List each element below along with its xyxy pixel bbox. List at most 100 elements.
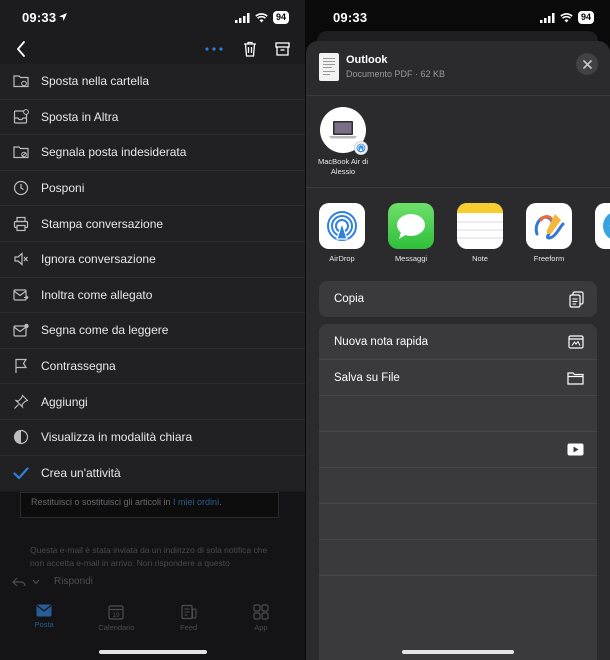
- share-sheet: Outlook Documento PDF · 62 KB MacBook Ai…: [306, 41, 610, 660]
- home-indicator[interactable]: [401, 650, 514, 654]
- action-row-empty[interactable]: [319, 540, 597, 576]
- calendar-day: 19: [113, 612, 121, 619]
- share-app-freeform[interactable]: Freeform: [526, 203, 572, 263]
- outlook-panel: 09:33 94 Sposta nella cartella Sposta in…: [0, 0, 305, 660]
- status-bar: 09:33 94: [305, 0, 610, 34]
- folder-icon: [567, 371, 584, 385]
- copy-icon: [569, 290, 584, 308]
- inbox-other-icon: [12, 108, 30, 126]
- orders-card: Restituisci o sostituisci gli articoli i…: [20, 492, 279, 518]
- action-quick-note[interactable]: Nuova nota rapida: [319, 324, 597, 360]
- archive-icon[interactable]: [273, 39, 291, 59]
- menu-item-junk[interactable]: Segnala posta indesiderata: [0, 135, 305, 171]
- tab-apps[interactable]: App: [231, 604, 291, 660]
- airdrop-device-macbook[interactable]: MacBook Air di Alessio: [318, 107, 368, 176]
- menu-item-create-task[interactable]: Crea un'attività: [0, 456, 305, 492]
- checkmark-icon: [12, 464, 30, 482]
- home-indicator[interactable]: [98, 650, 207, 654]
- action-row-video[interactable]: [319, 432, 597, 468]
- forward-attachment-icon: [12, 286, 30, 304]
- document-title: Outlook: [346, 54, 388, 66]
- flag-icon: [12, 357, 30, 375]
- menu-item-print[interactable]: Stampa conversazione: [0, 206, 305, 242]
- menu-item-ignore[interactable]: Ignora conversazione: [0, 242, 305, 278]
- message-actions-menu: Sposta nella cartella Sposta in Altra Se…: [0, 64, 305, 492]
- wifi-icon: [560, 12, 573, 22]
- signal-icon: [539, 12, 555, 23]
- device-avatar: [320, 107, 368, 155]
- telegram-icon: [595, 203, 610, 249]
- reply-label: Rispondi: [54, 576, 93, 587]
- clock-icon: [12, 179, 30, 197]
- quick-note-icon: [568, 334, 584, 349]
- menu-item-flag[interactable]: Contrassegna: [0, 349, 305, 385]
- device-name: MacBook Air di Alessio: [317, 157, 369, 176]
- status-time: 09:33: [22, 10, 57, 25]
- action-row-empty[interactable]: [319, 468, 597, 504]
- action-save-to-files[interactable]: Salva su File: [319, 360, 597, 396]
- status-icons: 94: [539, 11, 594, 24]
- location-icon: [59, 13, 67, 21]
- secondary-actions: Nuova nota rapida Salva su File: [319, 324, 597, 660]
- mail-icon: [36, 604, 52, 617]
- laptop-icon: [329, 121, 357, 139]
- feed-icon: [181, 604, 197, 620]
- action-row-empty[interactable]: [319, 576, 597, 612]
- menu-item-pin[interactable]: Aggiungi: [0, 384, 305, 420]
- share-app-airdrop[interactable]: AirDrop: [319, 203, 365, 263]
- freeform-icon: [526, 203, 572, 249]
- menu-item-forward-attachment[interactable]: Inoltra come allegato: [0, 278, 305, 314]
- mark-unread-icon: [12, 321, 30, 339]
- menu-item-move-other[interactable]: Sposta in Altra: [0, 100, 305, 136]
- mute-icon: [12, 250, 30, 268]
- menu-item-snooze[interactable]: Posponi: [0, 171, 305, 207]
- airdrop-badge-icon: [354, 141, 368, 155]
- action-row-empty[interactable]: [319, 396, 597, 432]
- menu-item-move-folder[interactable]: Sposta nella cartella: [0, 64, 305, 100]
- close-button[interactable]: [576, 53, 598, 75]
- status-time: 09:33: [333, 10, 368, 25]
- airdrop-icon: [319, 203, 365, 249]
- status-icons: 94: [234, 11, 289, 24]
- primary-actions: Copia: [319, 281, 597, 317]
- battery-indicator: 94: [272, 11, 289, 24]
- message-toolbar: [0, 34, 305, 64]
- divider: [306, 95, 610, 96]
- battery-indicator: 94: [577, 11, 594, 24]
- back-icon[interactable]: [12, 39, 30, 59]
- pin-icon: [12, 393, 30, 411]
- share-apps-row: AirDrop Messaggi Note Freeform: [319, 203, 610, 263]
- theme-icon: [12, 428, 30, 446]
- menu-item-mark-unread[interactable]: Segna come da leggere: [0, 313, 305, 349]
- messages-icon: [388, 203, 434, 249]
- notification-disclaimer: Questa e-mail è stata inviata da un indi…: [30, 545, 268, 568]
- action-row-empty[interactable]: [319, 504, 597, 540]
- menu-item-light-mode[interactable]: Visualizza in modalità chiara: [0, 420, 305, 456]
- more-options-icon[interactable]: [204, 44, 224, 54]
- play-video-icon: [567, 443, 584, 456]
- status-bar: 09:33 94: [0, 0, 305, 34]
- action-copy[interactable]: Copia: [319, 281, 597, 317]
- reply-button[interactable]: Rispondi: [12, 576, 93, 587]
- apps-icon: [253, 604, 269, 620]
- calendar-icon: 19: [108, 605, 124, 620]
- notes-icon: [457, 203, 503, 249]
- pdf-thumbnail: [319, 53, 339, 81]
- email-body-background: Restituisci o sostituisci gli articoli i…: [0, 492, 305, 660]
- my-orders-link[interactable]: I miei ordini: [173, 497, 219, 507]
- divider: [306, 187, 610, 188]
- share-app-messages[interactable]: Messaggi: [388, 203, 434, 263]
- wifi-icon: [255, 12, 268, 22]
- share-sheet-panel: 09:33 94 Outlook Documento PDF · 62 KB M…: [305, 0, 610, 660]
- document-header: Outlook Documento PDF · 62 KB: [319, 53, 598, 87]
- close-icon: [582, 59, 592, 69]
- share-app-partial[interactable]: Te: [595, 203, 610, 263]
- document-subtitle: Documento PDF · 62 KB: [346, 69, 446, 79]
- reply-icon: [12, 577, 26, 586]
- printer-icon: [12, 215, 30, 233]
- tab-mail[interactable]: Posta: [14, 604, 74, 660]
- junk-icon: [12, 143, 30, 161]
- trash-icon[interactable]: [241, 39, 259, 59]
- share-app-notes[interactable]: Note: [457, 203, 503, 263]
- folder-move-icon: [12, 72, 30, 90]
